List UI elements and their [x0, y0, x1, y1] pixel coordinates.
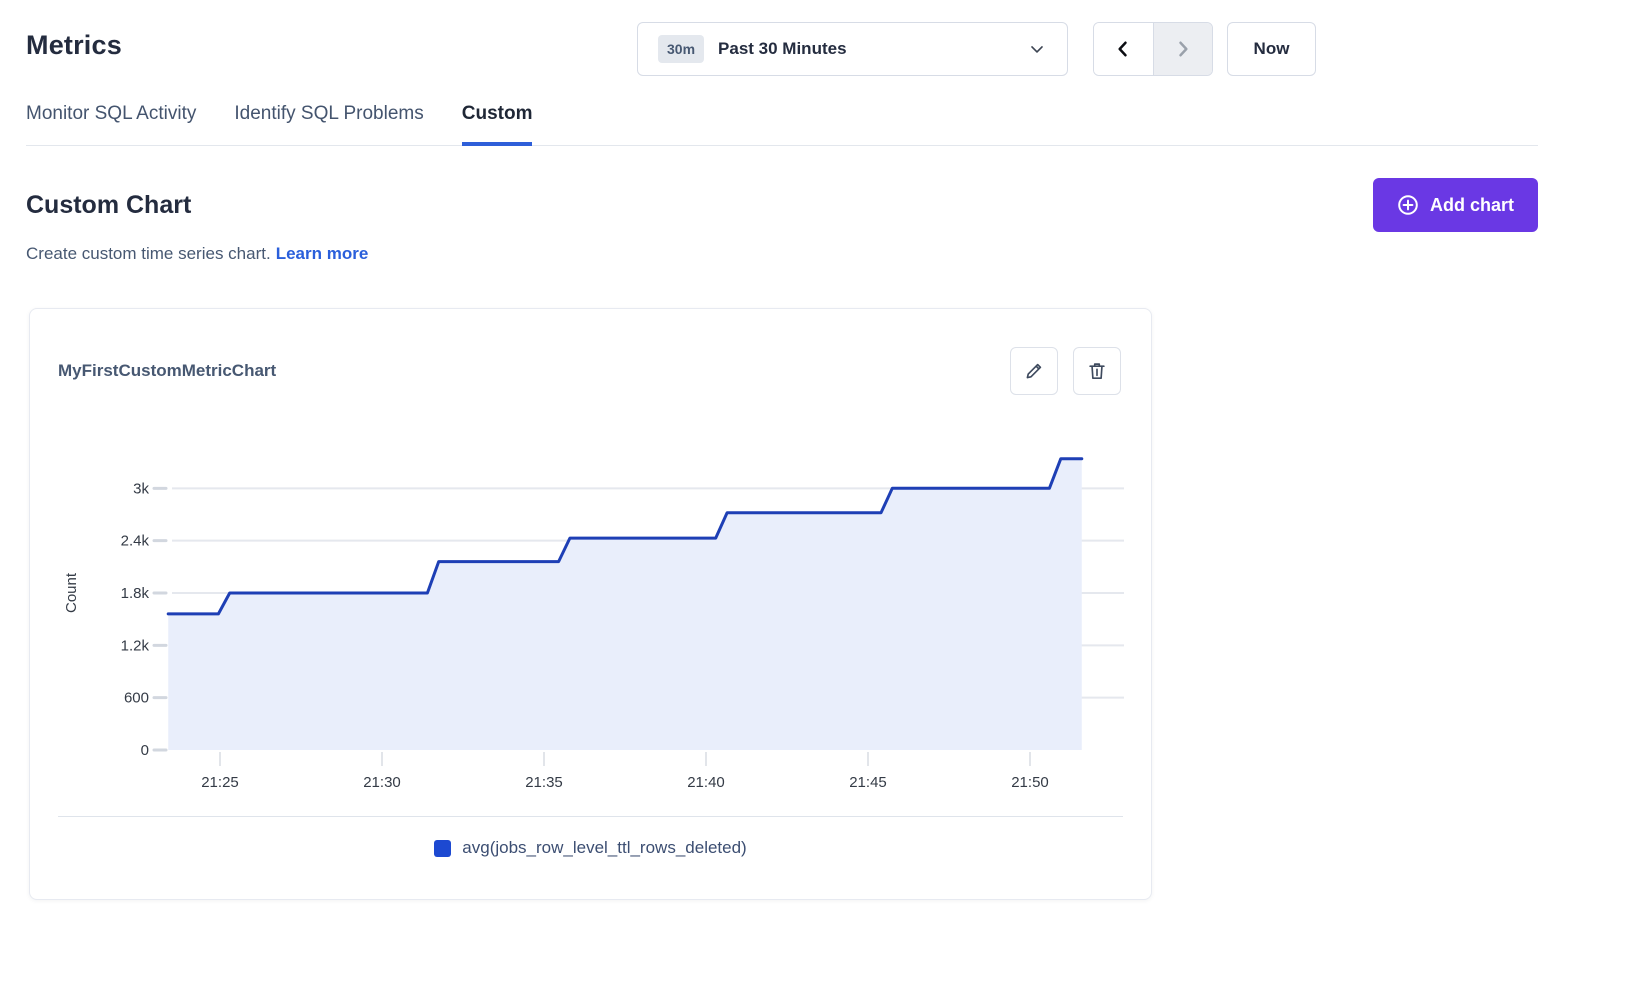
delete-chart-button[interactable] — [1073, 347, 1121, 395]
svg-text:21:35: 21:35 — [525, 774, 563, 791]
svg-text:21:50: 21:50 — [1011, 774, 1049, 791]
edit-chart-button[interactable] — [1010, 347, 1058, 395]
tab-monitor-sql-activity[interactable]: Monitor SQL Activity — [26, 103, 196, 145]
tab-custom[interactable]: Custom — [462, 103, 533, 145]
add-chart-label: Add chart — [1430, 195, 1514, 216]
tab-bar: Monitor SQL Activity Identify SQL Proble… — [26, 103, 1538, 146]
svg-text:3k: 3k — [133, 480, 149, 497]
pencil-icon — [1023, 360, 1045, 382]
section-subtitle: Create custom time series chart. Learn mo… — [26, 244, 368, 264]
svg-text:1.2k: 1.2k — [121, 637, 150, 654]
svg-text:600: 600 — [124, 690, 149, 707]
section-title: Custom Chart — [26, 191, 191, 220]
svg-text:21:45: 21:45 — [849, 774, 887, 791]
legend-label: avg(jobs_row_level_ttl_rows_deleted) — [462, 838, 746, 858]
custom-chart-card: MyFirstCustomMetricChart — [29, 308, 1152, 900]
svg-text:21:30: 21:30 — [363, 774, 401, 791]
time-next-button[interactable] — [1153, 23, 1212, 75]
time-range-label: Past 30 Minutes — [718, 39, 1027, 59]
chevron-left-icon — [1113, 39, 1133, 59]
page-title: Metrics — [26, 30, 122, 61]
metrics-page: Metrics 30m Past 30 Minutes Now Monitor … — [0, 0, 1650, 982]
svg-text:2.4k: 2.4k — [121, 533, 150, 550]
time-prev-button[interactable] — [1094, 23, 1153, 75]
time-nav-group — [1093, 22, 1213, 76]
chevron-right-icon — [1173, 39, 1193, 59]
chart-plot-area[interactable]: 3k 2.4k 1.8k 1.2k 600 0 21:25 21:30 21:35 21:40 21… — [30, 405, 1151, 812]
legend-swatch — [434, 840, 451, 857]
tab-identify-sql-problems[interactable]: Identify SQL Problems — [234, 103, 423, 145]
chart-title: MyFirstCustomMetricChart — [58, 361, 276, 381]
now-button[interactable]: Now — [1227, 22, 1316, 76]
plus-circle-icon — [1397, 194, 1419, 216]
svg-text:21:40: 21:40 — [687, 774, 725, 791]
time-range-badge: 30m — [658, 35, 704, 63]
metric-chart-svg: 3k 2.4k 1.8k 1.2k 600 0 21:25 21:30 21:35 21:40 21… — [30, 415, 1151, 807]
add-chart-button[interactable]: Add chart — [1373, 178, 1538, 232]
section-header: Custom Chart Add chart — [26, 178, 1538, 232]
svg-text:1.8k: 1.8k — [121, 585, 150, 602]
trash-icon — [1086, 360, 1108, 382]
chevron-down-icon — [1027, 39, 1047, 59]
svg-text:Count: Count — [63, 572, 80, 613]
chart-legend: avg(jobs_row_level_ttl_rows_deleted) — [30, 817, 1151, 879]
svg-text:0: 0 — [141, 742, 149, 759]
learn-more-link[interactable]: Learn more — [276, 244, 369, 263]
chart-card-header: MyFirstCustomMetricChart — [30, 309, 1151, 405]
subtitle-text: Create custom time series chart. — [26, 244, 271, 263]
chart-actions — [1010, 347, 1121, 395]
svg-text:21:25: 21:25 — [201, 774, 239, 791]
time-range-selector[interactable]: 30m Past 30 Minutes — [637, 22, 1068, 76]
